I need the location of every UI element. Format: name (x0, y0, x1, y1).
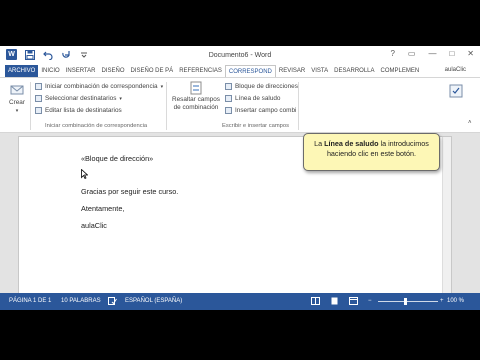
tab-diseno-pagina[interactable]: DISEÑO DE PÁ (128, 65, 177, 77)
maximize-icon[interactable]: □ (449, 49, 454, 58)
window-controls: ? ▭ — □ ✕ (390, 49, 474, 58)
callout-text-bold: Línea de saludo (324, 139, 379, 148)
ribbon-separator (298, 82, 299, 130)
word-window: W Documento6 - Word ? ▭ — □ ✕ ARCHIVO IN… (0, 46, 480, 310)
highlight-fields-icon (190, 81, 202, 95)
tab-diseno[interactable]: DISEÑO (98, 65, 127, 77)
tab-referencias[interactable]: REFERENCIAS (176, 65, 225, 77)
group-label-iniciar: Iniciar combinación de correspondencia (45, 123, 148, 129)
iniciar-combinacion-label: Iniciar combinación de correspondencia (45, 83, 158, 90)
tab-insertar[interactable]: INSERTAR (63, 65, 99, 77)
editar-lista-button[interactable]: Editar lista de destinatarios (35, 107, 122, 114)
finalizar-button[interactable] (448, 83, 464, 99)
tutorial-callout: La Línea de saludo la introducimos hacie… (303, 133, 440, 171)
status-bar: PÁGINA 1 DE 1 10 PALABRAS ESPAÑOL (ESPAÑ… (0, 293, 480, 310)
group-label-escribir: Escribir e insertar campos (222, 123, 290, 129)
iniciar-combinacion-button[interactable]: Iniciar combinación de correspondencia ▾ (35, 83, 163, 90)
title-bar: W Documento6 - Word ? ▭ — □ ✕ (0, 46, 480, 65)
word-count[interactable]: 10 PALABRAS (61, 298, 101, 304)
ribbon: Crear ▾ Iniciar combinación de correspon… (0, 77, 480, 133)
web-layout-icon[interactable] (349, 297, 358, 307)
envelope-icon (10, 85, 24, 95)
linea-saludo-button[interactable]: Línea de saludo (225, 95, 280, 102)
callout-text-pre: La (314, 139, 325, 148)
proofing-icon[interactable] (108, 297, 117, 307)
insert-field-icon (225, 107, 232, 114)
seleccionar-destinatarios-button[interactable]: Seleccionar destinatarios ▾ (35, 95, 122, 102)
document-line[interactable]: aulaClic (81, 221, 107, 230)
tab-vista[interactable]: VISTA (308, 65, 331, 77)
recipients-icon (35, 95, 42, 102)
print-layout-icon[interactable] (330, 297, 339, 307)
zoom-level[interactable]: 100 % (447, 298, 464, 304)
ribbon-tabs: ARCHIVO INICIO INSERTAR DISEÑO DISEÑO DE… (0, 65, 480, 77)
bloque-direcciones-button[interactable]: Bloque de direcciones (225, 83, 298, 90)
help-icon[interactable]: ? (390, 49, 394, 58)
address-block-field[interactable]: «Bloque de dirección» (81, 154, 153, 163)
read-mode-icon[interactable] (311, 297, 320, 307)
tab-archivo[interactable]: ARCHIVO (5, 65, 39, 77)
editar-lista-label: Editar lista de destinatarios (45, 107, 122, 114)
edit-list-icon (35, 107, 42, 114)
ribbon-display-icon[interactable]: ▭ (408, 49, 416, 58)
zoom-slider-thumb[interactable] (404, 298, 407, 305)
seleccionar-destinatarios-label: Seleccionar destinatarios (45, 95, 117, 102)
mail-merge-icon (35, 83, 42, 90)
insertar-campo-label: Insertar campo combi (235, 107, 297, 114)
crear-label: Crear (9, 99, 25, 106)
crear-button[interactable]: Crear ▾ (9, 83, 25, 114)
tab-complementos[interactable]: COMPLEMEN (378, 65, 423, 77)
address-block-icon (225, 83, 232, 90)
ribbon-separator (166, 82, 167, 130)
letterbox-bottom (0, 310, 480, 360)
zoom-in-icon[interactable]: + (440, 298, 444, 304)
tab-revisar[interactable]: REVISAR (276, 65, 308, 77)
zoom-out-icon[interactable]: − (368, 298, 372, 304)
resaltar-label-2: de combinación (173, 104, 219, 111)
finish-merge-icon (449, 84, 463, 98)
mouse-cursor-icon (81, 169, 88, 179)
greeting-line-icon (225, 95, 232, 102)
bloque-direcciones-label: Bloque de direcciones (235, 83, 298, 90)
tab-desarrollador[interactable]: DESARROLLA (331, 65, 377, 77)
letterbox-top (0, 0, 480, 46)
language-indicator[interactable]: ESPAÑOL (ESPAÑA) (125, 298, 182, 304)
minimize-icon[interactable]: — (428, 49, 436, 58)
resaltar-label-1: Resaltar campos (172, 96, 220, 103)
tab-inicio[interactable]: INICIO (38, 65, 62, 77)
insertar-campo-button[interactable]: Insertar campo combi (225, 107, 296, 114)
resaltar-campos-button[interactable]: Resaltar campos de combinación (172, 81, 220, 111)
document-line[interactable]: Atentamente, (81, 204, 124, 213)
page-count[interactable]: PÁGINA 1 DE 1 (9, 298, 51, 304)
zoom-slider[interactable] (378, 301, 438, 302)
document-line[interactable]: Gracias por seguir este curso. (81, 187, 178, 196)
collapse-ribbon-icon[interactable]: ˄ (468, 120, 472, 126)
ribbon-separator (30, 82, 31, 130)
tab-correspondencia[interactable]: CORRESPOND (224, 65, 276, 77)
user-name[interactable]: aulaClic (445, 67, 466, 73)
linea-saludo-label: Línea de saludo (235, 95, 281, 102)
close-icon[interactable]: ✕ (467, 49, 474, 58)
vertical-scrollbar[interactable] (442, 137, 451, 297)
